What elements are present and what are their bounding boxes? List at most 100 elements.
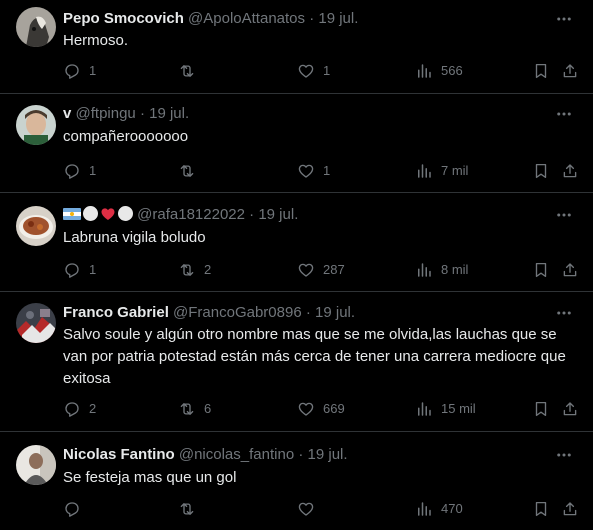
separator-dot: · xyxy=(139,105,145,122)
tweet[interactable]: Nicolas Fantino @nicolas_fantino · 19 ju… xyxy=(0,432,593,530)
avatar[interactable] xyxy=(16,7,56,47)
white-circle-icon xyxy=(118,206,133,221)
display-name[interactable]: v xyxy=(63,105,71,122)
tweet[interactable]: @rafa18122022 · 19 jul. Labruna vigila b… xyxy=(0,193,593,292)
avatar[interactable] xyxy=(16,105,56,145)
reply-count: 1 xyxy=(89,262,97,277)
tweet-date[interactable]: 19 jul. xyxy=(308,446,348,463)
more-icon[interactable] xyxy=(555,206,573,224)
reply-button[interactable]: 1 xyxy=(63,260,96,280)
tweet-text: Labruna vigila boludo xyxy=(63,229,206,246)
share-icon xyxy=(563,64,577,78)
share-button[interactable] xyxy=(561,260,579,280)
avatar[interactable] xyxy=(16,206,56,246)
avatar[interactable] xyxy=(16,445,56,485)
tweet[interactable]: v @ftpingu · 19 jul. compañerooooooo 1 1 xyxy=(0,94,593,193)
reply-button[interactable] xyxy=(63,499,89,519)
retweet-button[interactable] xyxy=(178,499,204,519)
share-button[interactable] xyxy=(561,399,579,419)
bookmark-button[interactable] xyxy=(532,61,550,81)
share-button[interactable] xyxy=(561,161,579,181)
retweet-icon xyxy=(180,403,194,415)
views-button[interactable]: 470 xyxy=(415,499,463,519)
retweet-icon xyxy=(180,264,194,276)
tweet-header: @rafa18122022 · 19 jul. xyxy=(63,205,298,225)
avatar-image xyxy=(16,105,56,145)
views-button[interactable]: 8 mil xyxy=(415,260,468,280)
display-name[interactable]: Pepo Smocovich xyxy=(63,10,184,27)
share-icon xyxy=(563,502,577,516)
heart-icon xyxy=(298,64,314,78)
tweet-actions: 1 1 566 xyxy=(63,61,583,81)
user-handle[interactable]: @ApoloAttanatos xyxy=(188,10,305,27)
like-button[interactable]: 1 xyxy=(297,61,330,81)
like-button[interactable]: 287 xyxy=(297,260,345,280)
display-name[interactable] xyxy=(63,206,137,223)
reply-button[interactable]: 1 xyxy=(63,161,96,181)
share-icon xyxy=(563,263,577,277)
reply-icon xyxy=(65,64,79,79)
more-icon[interactable] xyxy=(555,105,573,123)
views-button[interactable]: 566 xyxy=(415,61,463,81)
bookmark-button[interactable] xyxy=(532,399,550,419)
share-button[interactable] xyxy=(561,61,579,81)
reply-feed: Pepo Smocovich @ApoloAttanatos · 19 jul.… xyxy=(0,0,593,530)
retweet-icon xyxy=(180,65,194,77)
views-icon xyxy=(418,164,431,178)
tweet-text: Hermoso. xyxy=(63,32,129,49)
retweet-button[interactable]: 2 xyxy=(178,260,211,280)
share-button[interactable] xyxy=(561,499,579,519)
like-count: 1 xyxy=(323,163,331,178)
bookmark-button[interactable] xyxy=(532,260,550,280)
tweet-date[interactable]: 19 jul. xyxy=(315,304,355,321)
tweet-text: compañerooooooo xyxy=(63,128,189,145)
views-count: 7 mil xyxy=(441,163,469,178)
reply-count: 1 xyxy=(89,163,97,178)
more-icon[interactable] xyxy=(555,446,573,464)
reply-icon xyxy=(65,164,79,179)
tweet[interactable]: Franco Gabriel @FrancoGabr0896 · 19 jul.… xyxy=(0,292,593,432)
views-icon xyxy=(418,263,431,277)
tweet[interactable]: Pepo Smocovich @ApoloAttanatos · 19 jul.… xyxy=(0,0,593,94)
tweet-actions: 1 2 287 8 mil xyxy=(63,260,583,280)
display-name[interactable]: Nicolas Fantino xyxy=(63,446,175,463)
bookmark-button[interactable] xyxy=(532,161,550,181)
display-name[interactable]: Franco Gabriel xyxy=(63,304,169,321)
tweet-date[interactable]: 19 jul. xyxy=(318,10,358,27)
white-circle-icon xyxy=(83,206,98,221)
tweet-header: Pepo Smocovich @ApoloAttanatos · 19 jul. xyxy=(63,9,358,29)
retweet-icon xyxy=(180,503,194,515)
avatar[interactable] xyxy=(16,303,56,343)
retweet-button[interactable]: 6 xyxy=(178,399,211,419)
tweet-date[interactable]: 19 jul. xyxy=(149,105,189,122)
bookmark-icon xyxy=(535,163,547,179)
avatar-image xyxy=(16,445,56,485)
bookmark-button[interactable] xyxy=(532,499,550,519)
share-icon xyxy=(563,164,577,178)
reply-icon xyxy=(65,502,79,517)
user-handle[interactable]: @rafa18122022 xyxy=(137,206,245,223)
retweet-button[interactable] xyxy=(178,161,204,181)
tweet-header: v @ftpingu · 19 jul. xyxy=(63,104,189,124)
reply-button[interactable]: 1 xyxy=(63,61,96,81)
reply-button[interactable]: 2 xyxy=(63,399,96,419)
user-handle[interactable]: @FrancoGabr0896 xyxy=(173,304,302,321)
avatar-image xyxy=(16,7,56,47)
user-handle[interactable]: @nicolas_fantino xyxy=(179,446,294,463)
bookmark-icon xyxy=(535,63,547,79)
like-button[interactable] xyxy=(297,499,323,519)
separator-dot: · xyxy=(298,446,304,463)
more-icon[interactable] xyxy=(555,304,573,322)
tweet-header: Franco Gabriel @FrancoGabr0896 · 19 jul. xyxy=(63,303,355,323)
like-button[interactable]: 669 xyxy=(297,399,345,419)
retweet-button[interactable] xyxy=(178,61,204,81)
user-handle[interactable]: @ftpingu xyxy=(76,105,136,122)
tweet-header: Nicolas Fantino @nicolas_fantino · 19 ju… xyxy=(63,445,348,465)
like-count: 669 xyxy=(323,401,345,416)
tweet-actions: 2 6 669 15 mil xyxy=(63,399,583,419)
tweet-date[interactable]: 19 jul. xyxy=(258,206,298,223)
views-button[interactable]: 15 mil xyxy=(415,399,476,419)
views-button[interactable]: 7 mil xyxy=(415,161,468,181)
more-icon[interactable] xyxy=(555,10,573,28)
like-button[interactable]: 1 xyxy=(297,161,330,181)
